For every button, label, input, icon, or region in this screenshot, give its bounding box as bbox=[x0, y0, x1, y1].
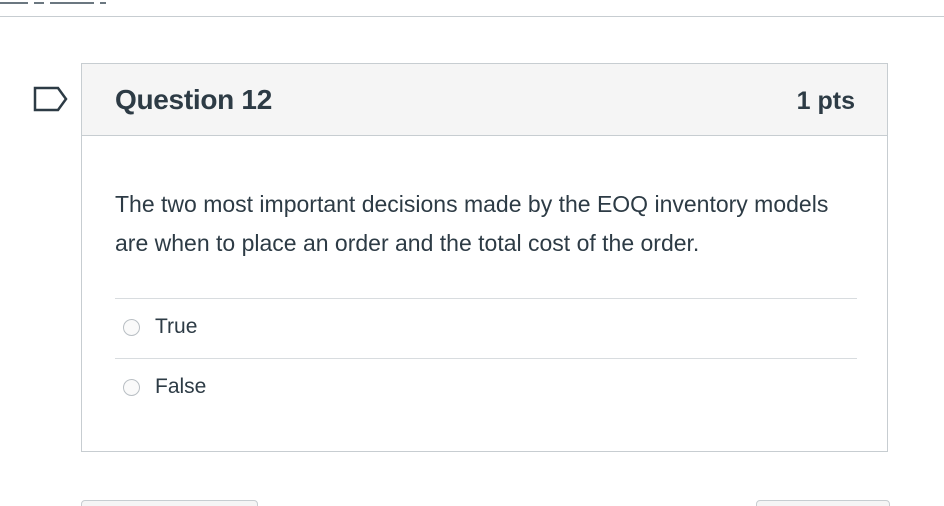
answer-label[interactable]: True bbox=[155, 315, 197, 339]
answer-option-true[interactable]: True bbox=[115, 298, 857, 358]
answer-list: True False bbox=[115, 298, 857, 418]
question-header: Question 12 1 pts bbox=[82, 64, 887, 136]
quiz-page: Question 12 1 pts The two most important… bbox=[0, 0, 944, 506]
section-divider bbox=[0, 16, 944, 17]
previous-content-fragment bbox=[0, 0, 160, 4]
radio-button[interactable] bbox=[123, 379, 140, 396]
next-button[interactable] bbox=[756, 500, 890, 506]
radio-button[interactable] bbox=[123, 319, 140, 336]
question-title: Question 12 bbox=[115, 84, 272, 115]
question-text: The two most important decisions made by… bbox=[115, 191, 829, 256]
answer-option-false[interactable]: False bbox=[115, 358, 857, 418]
question-card: Question 12 1 pts The two most important… bbox=[81, 63, 888, 452]
question-points: 1 pts bbox=[796, 87, 855, 115]
flag-question-icon[interactable] bbox=[33, 86, 69, 112]
previous-button[interactable] bbox=[81, 500, 258, 506]
answer-label[interactable]: False bbox=[155, 375, 206, 399]
